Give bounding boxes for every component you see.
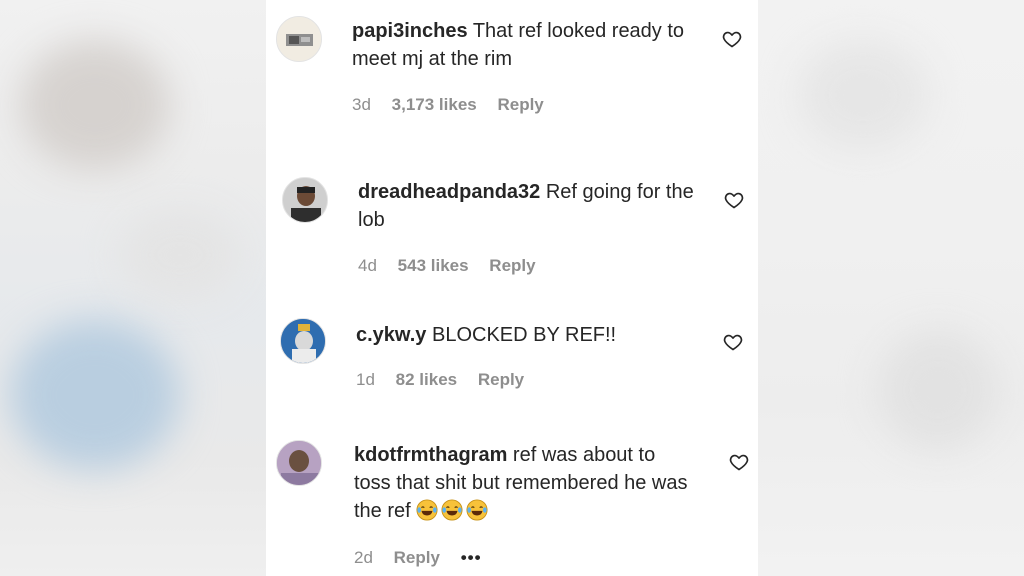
comment-body: c.ykw.y BLOCKED BY REF!!: [356, 321, 696, 349]
blur-blob: [878, 330, 998, 450]
likes-count[interactable]: 82 likes: [396, 370, 457, 389]
avatar-image: [277, 17, 321, 61]
avatar[interactable]: [282, 177, 328, 223]
comment-time: 3d: [352, 95, 371, 114]
comment-body: dreadheadpanda32 Ref going for the lob: [358, 178, 698, 234]
blur-blob: [20, 40, 170, 170]
comment-text: BLOCKED BY REF!!: [431, 324, 617, 346]
avatar[interactable]: [280, 318, 326, 364]
avatar-image: [277, 441, 321, 485]
likes-count[interactable]: 3,173 likes: [392, 95, 477, 114]
face-with-tears-of-joy-icon: [466, 499, 488, 521]
heart-outline-icon[interactable]: [724, 190, 744, 210]
emoji-group: [416, 499, 491, 522]
blur-blob: [120, 210, 240, 300]
heart-outline-icon[interactable]: [722, 29, 742, 49]
comment-meta: 3d 3,173 likes Reply: [352, 95, 560, 115]
face-with-tears-of-joy-icon: [416, 499, 438, 521]
comment-time: 1d: [356, 370, 375, 389]
heart-outline-icon[interactable]: [723, 332, 743, 352]
comment-meta: 2d Reply •••: [354, 548, 498, 568]
avatar-image: [283, 178, 327, 222]
comment-item: papi3inches That ref looked ready to mee…: [266, 0, 758, 150]
face-with-tears-of-joy-icon: [441, 499, 463, 521]
comment-username[interactable]: dreadheadpanda32: [358, 181, 540, 203]
comment-item: dreadheadpanda32 Ref going for the lob 4…: [266, 150, 758, 300]
blur-blob: [10, 320, 180, 470]
comment-time: 2d: [354, 548, 373, 567]
comment-meta: 1d 82 likes Reply: [356, 370, 540, 390]
comment-body: kdotfrmthagram ref was about to toss tha…: [354, 441, 694, 525]
avatar[interactable]: [276, 16, 322, 62]
reply-button[interactable]: Reply: [478, 370, 524, 389]
avatar[interactable]: [276, 440, 322, 486]
reply-button[interactable]: Reply: [394, 548, 440, 567]
blurred-background-left: [0, 0, 266, 576]
reply-button[interactable]: Reply: [497, 95, 543, 114]
comment-username[interactable]: papi3inches: [352, 20, 468, 42]
blurred-background-right: [758, 0, 1024, 576]
avatar-image: [281, 319, 325, 363]
more-options-icon[interactable]: •••: [461, 548, 482, 567]
comment-body: papi3inches That ref looked ready to mee…: [352, 17, 692, 73]
heart-outline-icon[interactable]: [729, 452, 749, 472]
reply-button[interactable]: Reply: [489, 256, 535, 275]
comment-time: 4d: [358, 256, 377, 275]
blur-blob: [798, 40, 928, 150]
comment-item: kdotfrmthagram ref was about to toss tha…: [266, 430, 758, 576]
likes-count[interactable]: 543 likes: [398, 256, 469, 275]
comment-meta: 4d 543 likes Reply: [358, 256, 552, 276]
comment-item: c.ykw.y BLOCKED BY REF!! 1d 82 likes Rep…: [266, 300, 758, 430]
comment-username[interactable]: kdotfrmthagram: [354, 444, 507, 466]
comment-username[interactable]: c.ykw.y: [356, 324, 426, 346]
comments-panel: papi3inches That ref looked ready to mee…: [266, 0, 758, 576]
